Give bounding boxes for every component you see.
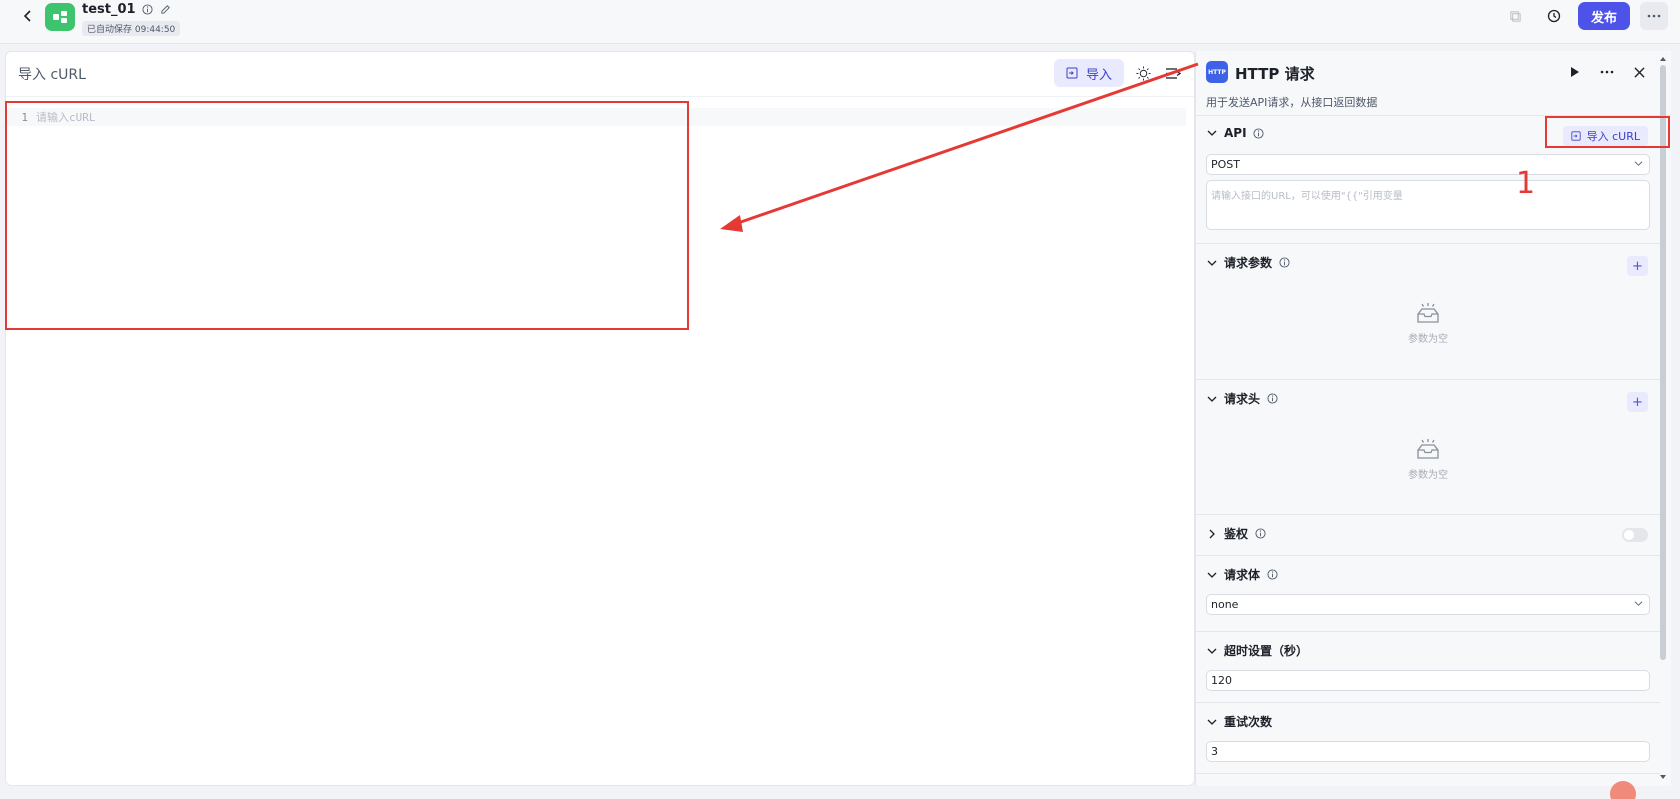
params-empty-text: 参数为空 bbox=[1408, 334, 1448, 345]
more-icon bbox=[1600, 70, 1614, 74]
play-icon bbox=[1571, 67, 1579, 77]
import-label: 导入 bbox=[1085, 67, 1112, 83]
top-bar: test_01 已自动保存 09:44:50 发布 bbox=[0, 0, 1680, 44]
add-param-button[interactable]: + bbox=[1627, 256, 1648, 276]
http-description: 用于发送API请求，从接口返回数据 bbox=[1206, 96, 1378, 109]
body-label: 请求体 bbox=[1224, 568, 1261, 582]
close-icon bbox=[1633, 66, 1645, 78]
headers-empty-state: 参数为空 bbox=[1196, 438, 1660, 481]
body-section: 请求体 none bbox=[1196, 556, 1660, 632]
empty-box-icon bbox=[1417, 303, 1439, 323]
http-logo: HTTP bbox=[1206, 61, 1228, 83]
import-icon bbox=[1571, 131, 1581, 141]
autosave-badge: 已自动保存 09:44:50 bbox=[82, 21, 181, 36]
theme-toggle-button[interactable] bbox=[1132, 62, 1154, 84]
chevron-left-icon bbox=[23, 10, 31, 22]
import-curl-button[interactable]: 导入 cURL bbox=[1562, 126, 1648, 146]
chevron-down-icon[interactable] bbox=[1206, 127, 1218, 139]
chevron-down-icon[interactable] bbox=[1206, 393, 1218, 405]
chevron-right-icon[interactable] bbox=[1206, 528, 1218, 540]
http-title: HTTP 请求 bbox=[1235, 65, 1315, 83]
timeout-label: 超时设置（秒） bbox=[1224, 644, 1309, 658]
url-placeholder: 请输入接口的URL，可以使用"{{"引用变量 bbox=[1211, 191, 1403, 202]
chevron-down-icon[interactable] bbox=[1206, 645, 1218, 657]
run-button[interactable] bbox=[1564, 61, 1586, 83]
auth-toggle[interactable] bbox=[1622, 528, 1648, 542]
chevron-down-icon[interactable] bbox=[1206, 716, 1218, 728]
params-empty-state: 参数为空 bbox=[1196, 302, 1660, 345]
add-header-button[interactable]: + bbox=[1627, 392, 1648, 412]
body-type-select[interactable]: none bbox=[1206, 594, 1650, 615]
import-icon bbox=[1066, 67, 1078, 79]
more-icon bbox=[1647, 14, 1661, 18]
timeout-section: 超时设置（秒） 120 bbox=[1196, 632, 1660, 703]
more-options-button[interactable] bbox=[1596, 61, 1618, 83]
edit-icon[interactable] bbox=[159, 3, 172, 16]
app-logo bbox=[45, 3, 75, 31]
import-curl-label: 导入 cURL bbox=[1586, 130, 1640, 143]
chevron-down-icon[interactable] bbox=[1206, 569, 1218, 581]
url-input[interactable]: 请输入接口的URL，可以使用"{{"引用变量 bbox=[1206, 180, 1650, 230]
code-line[interactable]: 1 请输入cURL bbox=[6, 108, 1186, 126]
retry-label: 重试次数 bbox=[1224, 715, 1273, 729]
body-type-value: none bbox=[1211, 598, 1239, 611]
api-label: API bbox=[1224, 126, 1247, 140]
more-button[interactable] bbox=[1640, 2, 1668, 30]
annotation-number: 1 bbox=[1516, 166, 1536, 201]
http-request-panel: HTTP HTTP 请求 用于发送API请求，从接口返回数据 API 导入 cU… bbox=[1195, 51, 1671, 786]
headers-section: 请求头 + 参数为空 bbox=[1196, 380, 1660, 515]
info-icon[interactable] bbox=[1266, 393, 1278, 405]
scroll-down-icon[interactable] bbox=[1659, 773, 1667, 781]
curl-input-placeholder: 请输入cURL bbox=[36, 111, 96, 124]
info-icon[interactable] bbox=[1278, 257, 1290, 269]
method-select[interactable]: POST bbox=[1206, 154, 1650, 175]
app-title-area: test_01 已自动保存 09:44:50 bbox=[82, 2, 181, 36]
empty-box-icon bbox=[1417, 439, 1439, 459]
timeout-value: 120 bbox=[1211, 674, 1232, 687]
retry-input[interactable]: 3 bbox=[1206, 741, 1650, 762]
panel-scrollbar[interactable] bbox=[1660, 65, 1666, 660]
info-icon[interactable] bbox=[1266, 569, 1278, 581]
auth-label: 鉴权 bbox=[1224, 527, 1249, 541]
info-icon[interactable] bbox=[1253, 127, 1265, 139]
headers-label: 请求头 bbox=[1224, 392, 1261, 406]
method-value: POST bbox=[1211, 158, 1240, 171]
back-button[interactable] bbox=[18, 6, 38, 26]
http-panel-header: HTTP HTTP 请求 用于发送API请求，从接口返回数据 bbox=[1196, 51, 1671, 116]
auth-section: 鉴权 bbox=[1196, 515, 1660, 556]
chevron-down-icon[interactable] bbox=[1206, 257, 1218, 269]
workflow-icon bbox=[53, 11, 67, 23]
copy-icon bbox=[1510, 10, 1522, 22]
info-icon[interactable] bbox=[1254, 528, 1266, 540]
chevron-down-icon bbox=[1634, 601, 1643, 606]
history-icon bbox=[1547, 9, 1561, 23]
chevron-down-icon bbox=[1634, 161, 1643, 166]
curl-editor-panel: 导入 cURL 导入 1 请输入cURL bbox=[5, 51, 1195, 786]
params-label: 请求参数 bbox=[1224, 256, 1273, 270]
app-title: test_01 bbox=[82, 2, 136, 17]
publish-button[interactable]: 发布 bbox=[1577, 2, 1630, 30]
scroll-up-icon[interactable] bbox=[1659, 55, 1667, 63]
close-button[interactable] bbox=[1628, 61, 1650, 83]
retry-value: 3 bbox=[1211, 745, 1218, 758]
api-section: API 导入 cURL POST 请输入接口的URL，可以使用"{{"引用变量 bbox=[1196, 116, 1660, 244]
sun-icon bbox=[1135, 65, 1151, 81]
timeout-input[interactable]: 120 bbox=[1206, 670, 1650, 691]
line-number: 1 bbox=[21, 110, 28, 124]
editor-title: 导入 cURL bbox=[18, 67, 86, 83]
params-section: 请求参数 + 参数为空 bbox=[1196, 244, 1660, 380]
headers-empty-text: 参数为空 bbox=[1408, 470, 1448, 481]
import-button[interactable]: 导入 bbox=[1053, 59, 1124, 87]
info-icon[interactable] bbox=[141, 3, 154, 16]
format-button[interactable] bbox=[1162, 62, 1184, 84]
history-button[interactable] bbox=[1540, 2, 1568, 30]
wrap-lines-icon bbox=[1166, 67, 1181, 79]
retry-section: 重试次数 3 bbox=[1196, 703, 1660, 774]
copy-button[interactable] bbox=[1502, 2, 1530, 30]
